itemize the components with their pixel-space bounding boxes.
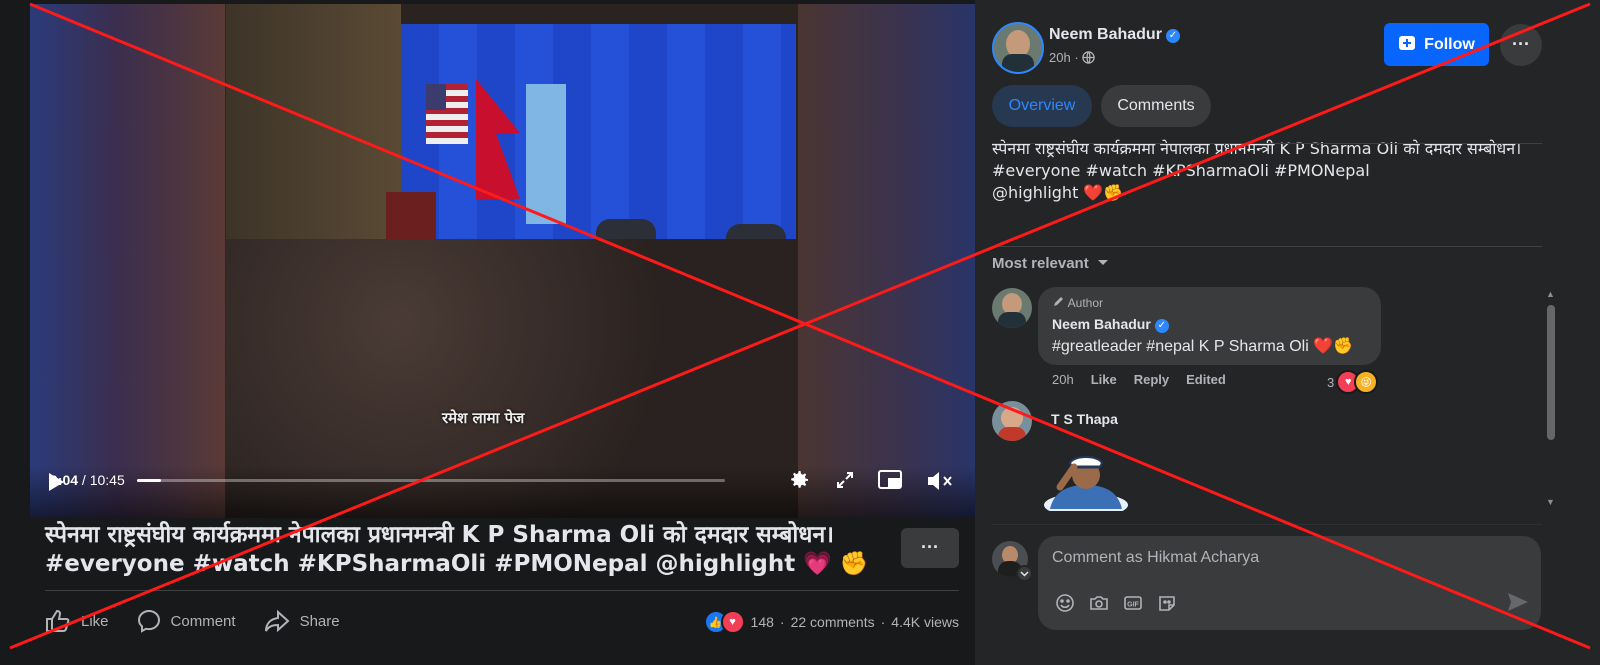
comment-author[interactable]: Neem Bahadur ✓ [1052,316,1169,333]
comment-author-name[interactable]: T S Thapa [1051,411,1118,427]
post-more-button[interactable]: ··· [901,528,959,568]
sticker-icon[interactable] [1156,592,1177,613]
divider [992,246,1542,247]
sort-label: Most relevant [992,255,1089,272]
video-blur-right [797,4,992,518]
comment-label: Comment [170,612,236,630]
author-name-row[interactable]: Neem Bahadur ✓ [1049,26,1180,44]
curtain [226,4,401,254]
author-avatar[interactable] [992,22,1044,74]
comment-actions: 20h Like Reply Edited [1052,372,1226,387]
scroll-down-icon[interactable]: ▼ [1546,497,1555,507]
reaction-count[interactable]: 148 [751,614,774,630]
description-mention[interactable]: @highlight ❤️✊ [992,182,1537,204]
comment-edited-label: Edited [1186,372,1226,387]
follow-button[interactable]: Follow [1384,23,1489,66]
comment-reactions[interactable]: 3 ♥ 😜 [1327,370,1379,394]
post-time[interactable]: 20h [1049,50,1071,65]
divider [992,143,1542,144]
verified-icon: ✓ [1165,29,1180,43]
comment-time[interactable]: 20h [1052,372,1074,387]
salute-sticker [1038,447,1134,517]
video-caption: रमेश लामा पेज [442,409,525,427]
comment-avatar[interactable] [992,288,1032,328]
verified-icon: ✓ [1154,319,1169,333]
account-switch-chevron-icon[interactable] [1016,565,1033,582]
views-count: 4.4K views [891,614,959,630]
divider [992,524,1542,525]
panel-more-button[interactable]: ··· [1500,24,1542,66]
share-button[interactable]: Share [264,609,340,633]
comment-icon [137,609,161,633]
send-icon[interactable] [1507,592,1529,617]
comment-composer[interactable]: Comment as Hikmat Acharya GIF [1038,536,1541,630]
us-flag [426,84,468,144]
comment-author-name[interactable]: Neem Bahadur [1052,316,1151,332]
comment-like-button[interactable]: Like [1091,372,1117,387]
scroll-thumb[interactable] [1547,305,1555,440]
time-separator: / [78,472,90,488]
stats-dot: · [779,614,785,630]
description-line: स्पेनमा राष्ट्रसंघीय कार्यक्रममा नेपालका… [992,139,1522,158]
like-label: Like [81,612,109,630]
tab-comments[interactable]: Comments [1101,85,1211,127]
haha-reaction-icon: 😜 [1354,370,1379,394]
post-actions: Like Comment Share [45,606,368,636]
description-hashtags[interactable]: #everyone #watch #KPSharmaOli #PMONepal [992,160,1537,182]
post-stats: 👍 ♥ 148 · 22 comments · 4.4K views [703,610,959,634]
gif-icon[interactable]: GIF [1122,592,1143,613]
comments-scrollbar[interactable]: ▲ ▼ [1545,285,1557,510]
un-flag [526,84,566,224]
post-title: स्पेनमा राष्ट्रसंघीय कार्यक्रममा नेपालका… [45,522,869,577]
video-player[interactable]: रमेश लामा पेज [30,4,992,518]
love-reaction-icon: ♥ [720,610,745,634]
stats-dot: · [880,614,886,630]
add-page-icon [1398,33,1416,56]
video-time: 0:04 / 10:45 [50,472,125,488]
video-progress-bar[interactable] [137,479,725,482]
follow-label: Follow [1424,35,1475,53]
caret-down-icon [1093,255,1109,272]
meta-dot: · [1074,50,1079,65]
share-icon [264,609,290,633]
fullscreen-icon[interactable] [835,470,855,495]
composer-tools: GIF [1054,592,1177,613]
video-frame [226,4,798,518]
pencil-icon [1053,296,1068,310]
post-description: स्पेनमा राष्ट्रसंघीय कार्यक्रममा नेपालका… [992,138,1537,204]
author-name[interactable]: Neem Bahadur [1049,26,1162,43]
settings-icon[interactable] [787,468,811,497]
video-progress-fill [137,479,161,482]
author-badge-label: Author [1067,296,1104,310]
right-panel: Neem Bahadur ✓ 20h · Follow ··· Overview … [975,0,1600,665]
emoji-icon[interactable] [1054,592,1075,613]
picture-in-picture-icon[interactable] [877,469,903,496]
current-time: 0:04 [50,472,79,488]
scroll-up-icon[interactable]: ▲ [1546,289,1555,299]
comment-sort-dropdown[interactable]: Most relevant [992,255,1109,272]
duration: 10:45 [89,472,125,488]
comment-text: #greatleader #nepal K P Sharma Oli ❤️✊ [1052,338,1354,355]
like-button[interactable]: Like [45,609,109,633]
thumbs-up-icon [45,609,71,633]
comment-avatar[interactable] [992,401,1032,441]
globe-icon [1082,50,1096,65]
tab-overview[interactable]: Overview [992,85,1092,127]
comment-input[interactable]: Comment as Hikmat Acharya [1052,549,1259,567]
comment-button[interactable]: Comment [137,609,236,633]
svg-text:GIF: GIF [1127,601,1139,608]
video-blur-left [30,4,225,518]
muted-volume-icon[interactable] [926,470,954,497]
author-badge: Author [1053,295,1103,310]
comment-bubble: Author Neem Bahadur ✓ #greatleader #nepal… [1038,287,1381,365]
comments-count[interactable]: 22 comments [791,614,875,630]
comment-reply-button[interactable]: Reply [1134,372,1169,387]
post-meta: 20h · [1049,50,1096,65]
share-label: Share [299,612,340,630]
divider [45,590,959,591]
camera-icon[interactable] [1088,592,1109,613]
comment-reaction-count: 3 [1327,374,1335,390]
